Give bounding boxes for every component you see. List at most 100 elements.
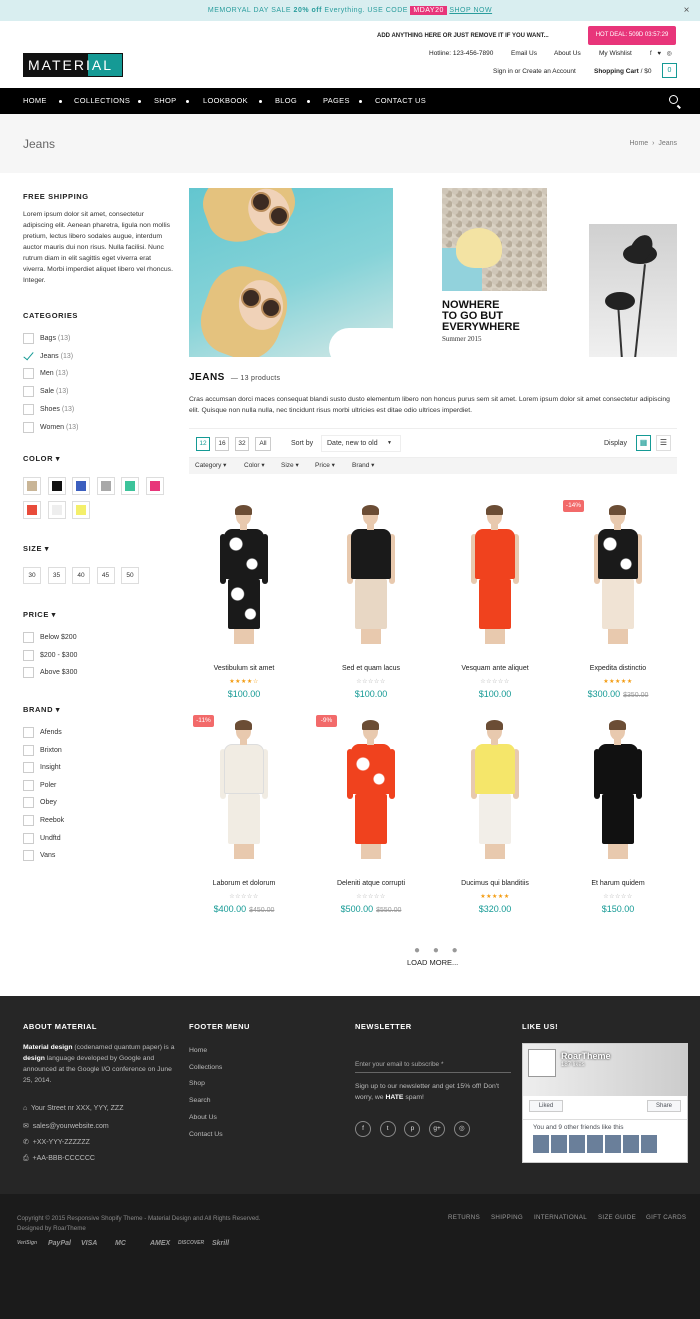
category-checkbox[interactable] [23,351,34,362]
lookbook-banner-1[interactable] [189,188,393,357]
product-image[interactable] [470,720,520,861]
filter-size[interactable]: Size ▾ [281,461,299,469]
product-card[interactable]: Ducimus qui blanditiis ★★★★★ $320.00 [440,715,550,925]
brand-label[interactable]: Undftd [40,835,61,842]
color-swatch[interactable] [96,477,115,495]
wishlist-link[interactable]: My Wishlist [599,50,632,57]
filter-brand[interactable]: Brand ▾ [352,461,374,469]
color-swatch[interactable] [23,501,41,519]
color-swatch[interactable] [145,477,164,495]
filter-color[interactable]: Color ▾ [244,461,265,469]
international-link[interactable]: INTERNATIONAL [534,1214,587,1221]
brand-checkbox[interactable] [23,797,34,809]
product-name[interactable]: Ducimus qui blanditiis [440,880,550,887]
product-card[interactable]: Vestibulum sit amet ★★★★☆ $100.00 [189,500,299,710]
brand-checkbox[interactable] [23,779,34,791]
grid-view-icon[interactable]: ▦ [636,435,651,451]
category-label[interactable]: Shoes (13) [40,406,74,413]
product-card[interactable]: Et harum quidem ☆☆☆☆☆ $150.00 [563,715,673,925]
price-label[interactable]: $200 - $300 [40,652,77,659]
filter-price[interactable]: Price ▾ [315,461,335,469]
nav-collections[interactable]: COLLECTIONS [74,88,130,114]
brand-label[interactable]: Vans [40,852,55,859]
brand-label[interactable]: Afends [40,729,62,736]
size-option[interactable]: 40 [72,567,90,584]
nav-shop[interactable]: SHOP [154,88,176,114]
price-label[interactable]: Below $200 [40,634,77,641]
footer-menu-item[interactable]: Home [189,1047,207,1054]
size-option[interactable]: 30 [23,567,41,584]
price-checkbox[interactable] [23,667,34,679]
product-name[interactable]: Sed et quam lacus [316,665,426,672]
social-icon[interactable]: t [379,1121,396,1137]
color-swatch[interactable] [47,501,66,519]
lookbook-banner-3[interactable] [589,224,677,357]
site-logo[interactable]: MATERIAL [23,53,123,77]
fb-liked-button[interactable]: Liked [529,1100,563,1112]
product-card[interactable]: -11% Laborum et dolorum ☆☆☆☆☆ $400.00 $450.0… [189,715,299,925]
category-checkbox[interactable] [23,386,34,398]
product-image[interactable] [219,505,269,646]
brand-checkbox[interactable] [23,744,34,756]
shopping-cart-link[interactable]: Shopping Cart / $0 [594,68,651,75]
product-name[interactable]: Vesquam ante aliquet [440,665,550,672]
social-icon[interactable]: g+ [429,1121,446,1137]
price-checkbox[interactable] [23,649,34,661]
category-checkbox[interactable] [23,333,34,344]
category-checkbox[interactable] [23,403,34,415]
filter-category[interactable]: Category ▾ [195,461,226,469]
social-icon[interactable]: ◎ [453,1121,470,1137]
close-icon[interactable]: × [684,0,690,21]
color-swatch[interactable] [47,477,66,495]
brand-checkbox[interactable] [23,832,34,844]
per-page-16[interactable]: 16 [215,437,229,451]
product-image[interactable] [593,720,643,861]
product-name[interactable]: Vestibulum sit amet [189,665,299,672]
hot-deal-badge[interactable]: HOT DEAL: 509D 03:57:29 [588,26,676,45]
load-more-button[interactable]: LOAD MORE... [407,958,458,967]
size-option[interactable]: 35 [47,567,66,584]
nav-home[interactable]: HOME [23,88,47,114]
product-name[interactable]: Deleniti atque corrupti [316,880,426,887]
brand-checkbox[interactable] [23,850,34,862]
social-icon[interactable]: f [355,1121,371,1137]
breadcrumb-home[interactable]: Home [630,140,649,147]
footer-menu-item[interactable]: About Us [189,1114,217,1121]
lookbook-banner-2[interactable]: NOWHERE TO GO BUT EVERYWHERE Summer 2015 [442,188,547,353]
promo-shop-link[interactable]: SHOP NOW [449,7,492,14]
returns-link[interactable]: RETURNS [448,1214,480,1221]
brand-checkbox[interactable] [23,815,34,826]
email-us-link[interactable]: Email Us [511,50,537,57]
gift-cards-link[interactable]: GIFT CARDS [646,1214,686,1221]
product-image[interactable] [346,720,396,861]
size-guide-link[interactable]: SIZE GUIDE [598,1214,636,1221]
category-label[interactable]: Bags (13) [40,335,70,342]
nav-lookbook[interactable]: LOOKBOOK [203,88,248,114]
nav-blog[interactable]: BLOG [275,88,297,114]
brand-label[interactable]: Obey [40,799,57,806]
shipping-link[interactable]: SHIPPING [491,1214,523,1221]
product-name[interactable]: Et harum quidem [563,880,673,887]
per-page-all[interactable]: All [255,437,271,451]
nav-pages[interactable]: PAGES [323,88,350,114]
nav-contact[interactable]: CONTACT US [375,88,426,114]
search-icon[interactable] [669,95,678,104]
footer-menu-item[interactable]: Collections [189,1064,222,1071]
category-checkbox[interactable] [23,368,34,380]
footer-menu-item[interactable]: Shop [189,1080,205,1087]
social-icon[interactable]: p [404,1121,421,1137]
per-page-32[interactable]: 32 [235,437,249,451]
sort-select[interactable]: Date, new to old ▼ [321,435,401,452]
product-name[interactable]: Expedita distinctio [563,665,673,672]
footer-menu-item[interactable]: Search [189,1097,211,1104]
cart-bag-icon[interactable]: 0 [662,63,677,78]
category-label[interactable]: Women (13) [40,424,78,431]
price-label[interactable]: Above $300 [40,669,77,676]
color-swatch[interactable] [72,477,90,495]
product-card[interactable]: Vesquam ante aliquet ☆☆☆☆☆ $100.00 [440,500,550,710]
color-swatch[interactable] [121,477,139,495]
header-social-icons[interactable]: f ♥ ◎ [650,50,674,57]
email-line[interactable]: ✉ sales@yourwebsite.com [23,1122,109,1130]
product-name[interactable]: Laborum et dolorum [189,880,299,887]
brand-label[interactable]: Brixton [40,747,62,754]
